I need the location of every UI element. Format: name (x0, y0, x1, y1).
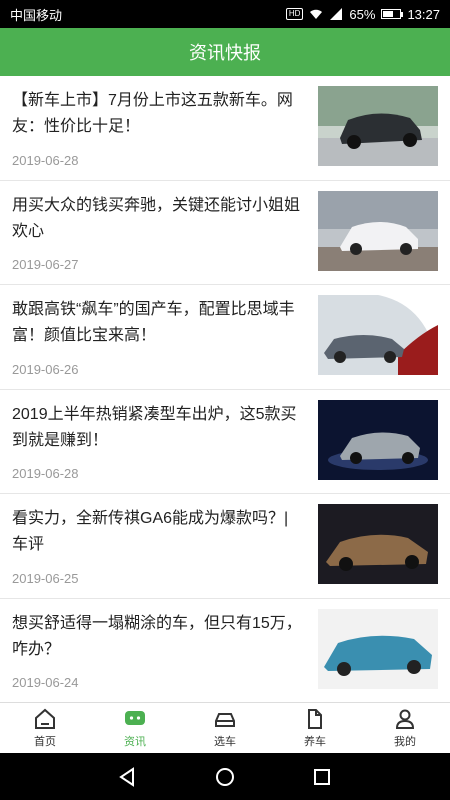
news-item[interactable]: 看实力，全新传祺GA6能成为爆款吗？| 车评 2019-06-25 (0, 494, 450, 599)
system-nav-bar (0, 753, 450, 800)
recents-icon[interactable] (311, 766, 333, 788)
user-icon (395, 709, 415, 729)
clock: 13:27 (407, 6, 440, 22)
tab-label: 资讯 (124, 736, 146, 748)
news-title: 2019上半年热销紧凑型车出炉，这5款买到就是赚到！ (12, 405, 297, 449)
news-title: 想买舒适得一塌糊涂的车，但只有15万，咋办？ (12, 614, 302, 658)
wifi-icon (310, 9, 323, 19)
home-circle-icon[interactable] (214, 766, 236, 788)
news-item[interactable]: 敢跟高铁“飙车”的国产车，配置比思域丰富！颜值比宝来高！ 2019-06-26 (0, 285, 450, 390)
status-bar: 中国移动 HD 65% 13:27 (0, 0, 450, 28)
news-date: 2019-06-25 (12, 570, 79, 586)
hd-badge: HD (285, 8, 304, 20)
battery-icon (381, 9, 404, 19)
news-date: 2019-06-27 (12, 257, 79, 272)
maintenance-icon (308, 709, 322, 729)
signal-icon (330, 8, 343, 20)
news-thumbnail (318, 86, 438, 166)
news-item[interactable]: 2019上半年热销紧凑型车出炉，这5款买到就是赚到！ 2019-06-28 (0, 390, 450, 494)
carrier-label: 中国移动 (10, 7, 63, 23)
tab-bar: 首页 资讯 选车 养车 我的 (0, 702, 450, 753)
news-title: 看实力，全新传祺GA6能成为爆款吗？| 车评 (12, 510, 289, 553)
tab-maintenance[interactable]: 养车 (270, 703, 360, 753)
tab-news[interactable]: 资讯 (90, 703, 180, 753)
news-title: 敢跟高铁“飙车”的国产车，配置比思域丰富！颜值比宝来高！ (12, 301, 295, 344)
news-thumbnail (318, 504, 438, 584)
tab-label: 我的 (394, 736, 416, 748)
home-icon (35, 708, 55, 729)
app-header: 资讯快报 (0, 28, 450, 76)
news-thumbnail (318, 190, 438, 271)
news-list[interactable]: 【新车上市】7月份上市这五款新车。网友：性价比十足！ 2019-06-28 用买… (0, 76, 450, 702)
tab-label: 养车 (304, 736, 326, 748)
tab-label: 选车 (214, 736, 236, 748)
news-date: 2019-06-24 (12, 675, 79, 690)
news-date: 2019-06-28 (12, 152, 79, 168)
news-thumbnail (318, 399, 438, 480)
news-title: 用买大众的钱买奔驰，关键还能讨小姐姐欢心 (12, 196, 301, 240)
news-thumbnail (318, 295, 438, 375)
tab-label: 首页 (34, 736, 56, 748)
news-date: 2019-06-28 (12, 466, 79, 481)
tab-home[interactable]: 首页 (0, 703, 90, 753)
back-icon[interactable] (117, 766, 139, 788)
car-icon (215, 713, 235, 727)
page-title: 资讯快报 (189, 43, 261, 63)
chat-icon (125, 711, 145, 725)
news-item[interactable]: 想买舒适得一塌糊涂的车，但只有15万，咋办？ 2019-06-24 (0, 599, 450, 703)
tab-profile[interactable]: 我的 (360, 703, 450, 753)
news-item[interactable]: 【新车上市】7月份上市这五款新车。网友：性价比十足！ 2019-06-28 (0, 76, 450, 181)
battery-percent: 65% (349, 6, 376, 22)
news-title: 【新车上市】7月份上市这五款新车。网友：性价比十足！ (12, 92, 293, 135)
news-thumbnail (318, 608, 438, 689)
tab-choose-car[interactable]: 选车 (180, 703, 270, 753)
news-item[interactable]: 用买大众的钱买奔驰，关键还能讨小姐姐欢心 2019-06-27 (0, 181, 450, 285)
status-icons: HD 65% 13:27 (285, 6, 440, 22)
news-date: 2019-06-26 (12, 361, 79, 377)
